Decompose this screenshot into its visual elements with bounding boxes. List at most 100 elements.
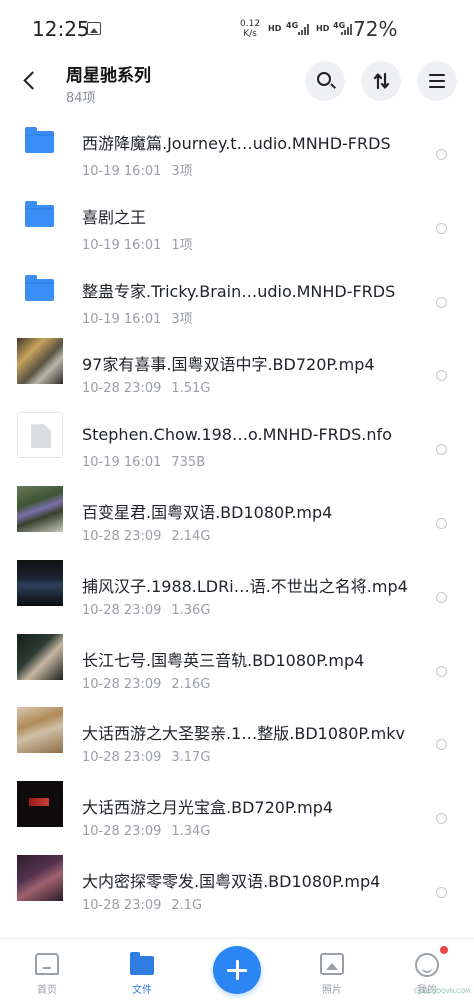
status-time: 12:25	[32, 17, 90, 41]
file-name: 大内密探零零发.国粤双语.BD1080P.mp4	[82, 871, 381, 891]
video-thumbnail	[17, 781, 63, 828]
folder-icon	[25, 274, 54, 301]
video-thumbnail	[17, 485, 63, 532]
select-radio[interactable]	[436, 370, 447, 382]
home-icon	[35, 953, 59, 975]
select-radio[interactable]	[436, 222, 447, 234]
smiley-icon	[415, 953, 439, 977]
tab-photos[interactable]: 照片	[302, 939, 362, 1000]
status-bar: 12:25 0.12 K/s HD 4G HD 4G 72%	[0, 0, 474, 58]
video-thumbnail	[17, 854, 63, 901]
list-item[interactable]: 整蛊专家.Tricky.Brain…udio.MNHD-FRDS 10-19 1…	[0, 251, 474, 327]
sort-icon	[373, 72, 390, 90]
sort-button[interactable]	[361, 61, 401, 101]
list-item[interactable]: Stephen.Chow.198…o.MNHD-FRDS.nfo 10-19 1…	[0, 398, 474, 472]
select-radio[interactable]	[436, 444, 447, 456]
signal-icon-1	[298, 24, 310, 35]
file-size: 1.34G	[171, 824, 211, 840]
list-item[interactable]: 喜剧之王 10-19 16:01 1项	[0, 177, 474, 253]
file-date: 10-28 23:09	[82, 602, 162, 618]
tab-home[interactable]: 首页	[17, 939, 77, 1000]
list-item[interactable]: 捕风汉子.1988.LDRi…语.不世出之名将.mp4 10-28 23:09 1…	[0, 546, 474, 620]
list-item[interactable]: 大话西游之月光宝盒.BD720P.mp4 10-28 23:09 1.34G	[0, 767, 474, 841]
tab-home-label: 首页	[37, 985, 57, 996]
network-speed-value: 0.12	[240, 19, 261, 29]
network-speed-unit: K/s	[243, 29, 257, 39]
video-thumbnail	[17, 338, 63, 385]
search-icon	[317, 72, 331, 86]
watermark: CLUB.GOOVN.COM	[414, 988, 471, 995]
document-icon	[17, 412, 63, 459]
list-item[interactable]: 大内密探零零发.国粤双语.BD1080P.mp4 10-28 23:09 2.1G	[0, 841, 474, 915]
page-title: 周星驰系列	[66, 66, 151, 86]
menu-icon	[429, 74, 445, 89]
select-radio[interactable]	[436, 149, 447, 160]
network-type-1: 4G	[286, 21, 299, 30]
file-date: 10-28 23:09	[82, 897, 162, 913]
file-meta: 10-28 23:09 2.14G	[82, 529, 210, 544]
tab-photos-label: 照片	[322, 985, 342, 996]
select-radio[interactable]	[436, 591, 447, 603]
file-name: Stephen.Chow.198…o.MNHD-FRDS.nfo	[82, 425, 392, 445]
file-size: 735B	[171, 455, 206, 471]
select-radio[interactable]	[436, 886, 447, 898]
list-item[interactable]: 西游降魔篇.Journey.t…udio.MNHD-FRDS 10-19 16:…	[0, 103, 474, 179]
menu-button[interactable]	[417, 61, 457, 101]
file-meta: 10-28 23:09 1.34G	[82, 824, 210, 839]
file-meta: 10-28 23:09 1.36G	[82, 603, 210, 618]
search-button[interactable]	[305, 61, 345, 101]
file-size: 1.51G	[171, 381, 211, 397]
tab-files-label: 文件	[132, 985, 152, 996]
file-name: 整蛊专家.Tricky.Brain…udio.MNHD-FRDS	[82, 281, 396, 301]
back-button[interactable]	[16, 66, 46, 96]
tab-files[interactable]: 文件	[112, 939, 172, 1000]
folder-icon	[25, 200, 54, 227]
file-date: 10-28 23:09	[82, 676, 162, 692]
video-thumbnail	[17, 707, 63, 754]
file-name: 长江七号.国粤英三音轨.BD1080P.mp4	[82, 650, 365, 670]
list-item[interactable]: 97家有喜事.国粤双语中字.BD720P.mp4 10-28 23:09 1.51…	[0, 324, 474, 398]
file-size: 2.16G	[171, 676, 211, 692]
add-button[interactable]	[213, 946, 261, 994]
folder-icon	[130, 952, 154, 975]
hd-label-1: HD	[268, 24, 282, 33]
signal-icon-2	[341, 24, 353, 35]
file-size: 2.14G	[171, 528, 211, 544]
video-thumbnail	[17, 559, 63, 606]
photo-icon	[320, 953, 344, 975]
file-size: 1.36G	[171, 602, 211, 618]
file-meta: 10-28 23:09 2.16G	[82, 677, 210, 692]
file-date: 10-19 16:01	[82, 455, 162, 471]
file-meta: 10-28 23:09 3.17G	[82, 750, 210, 765]
file-name: 捕风汉子.1988.LDRi…语.不世出之名将.mp4	[82, 576, 408, 596]
battery-level: 72%	[353, 17, 398, 41]
file-date: 10-28 23:09	[82, 528, 162, 544]
file-size: 2.1G	[171, 897, 203, 913]
gallery-notification-icon	[87, 22, 101, 35]
file-name: 西游降魔篇.Journey.t…udio.MNHD-FRDS	[82, 134, 391, 153]
select-radio[interactable]	[436, 517, 447, 529]
file-name: 97家有喜事.国粤双语中字.BD720P.mp4	[82, 355, 375, 375]
select-radio[interactable]	[436, 739, 447, 751]
list-item[interactable]: 百变星君.国粤双语.BD1080P.mp4 10-28 23:09 2.14G	[0, 472, 474, 546]
list-item[interactable]: 长江七号.国粤英三音轨.BD1080P.mp4 10-28 23:09 2.16G	[0, 620, 474, 694]
file-size: 3.17G	[171, 750, 211, 766]
file-list: 西游降魔篇.Journey.t…udio.MNHD-FRDS 10-19 16:…	[0, 103, 474, 915]
file-date: 10-28 23:09	[82, 750, 162, 766]
hd-label-2: HD	[316, 24, 330, 33]
file-date: 10-28 23:09	[82, 824, 162, 840]
file-meta: 10-28 23:09 2.1G	[82, 898, 202, 913]
file-name: 百变星君.国粤双语.BD1080P.mp4	[82, 502, 333, 522]
network-speed: 0.12 K/s	[240, 19, 260, 39]
folder-icon	[25, 127, 54, 153]
file-name: 喜剧之王	[82, 207, 147, 227]
file-date: 10-28 23:09	[82, 381, 162, 397]
select-radio[interactable]	[436, 665, 447, 677]
file-meta: 10-28 23:09 1.51G	[82, 381, 210, 396]
select-radio[interactable]	[436, 813, 447, 825]
select-radio[interactable]	[436, 296, 447, 308]
file-meta: 10-19 16:01 735B	[82, 455, 205, 470]
file-name: 大话西游之月光宝盒.BD720P.mp4	[82, 798, 334, 818]
notification-badge	[440, 946, 448, 954]
list-item[interactable]: 大话西游之大圣娶亲.1…整版.BD1080P.mkv 10-28 23:09 3.…	[0, 693, 474, 767]
